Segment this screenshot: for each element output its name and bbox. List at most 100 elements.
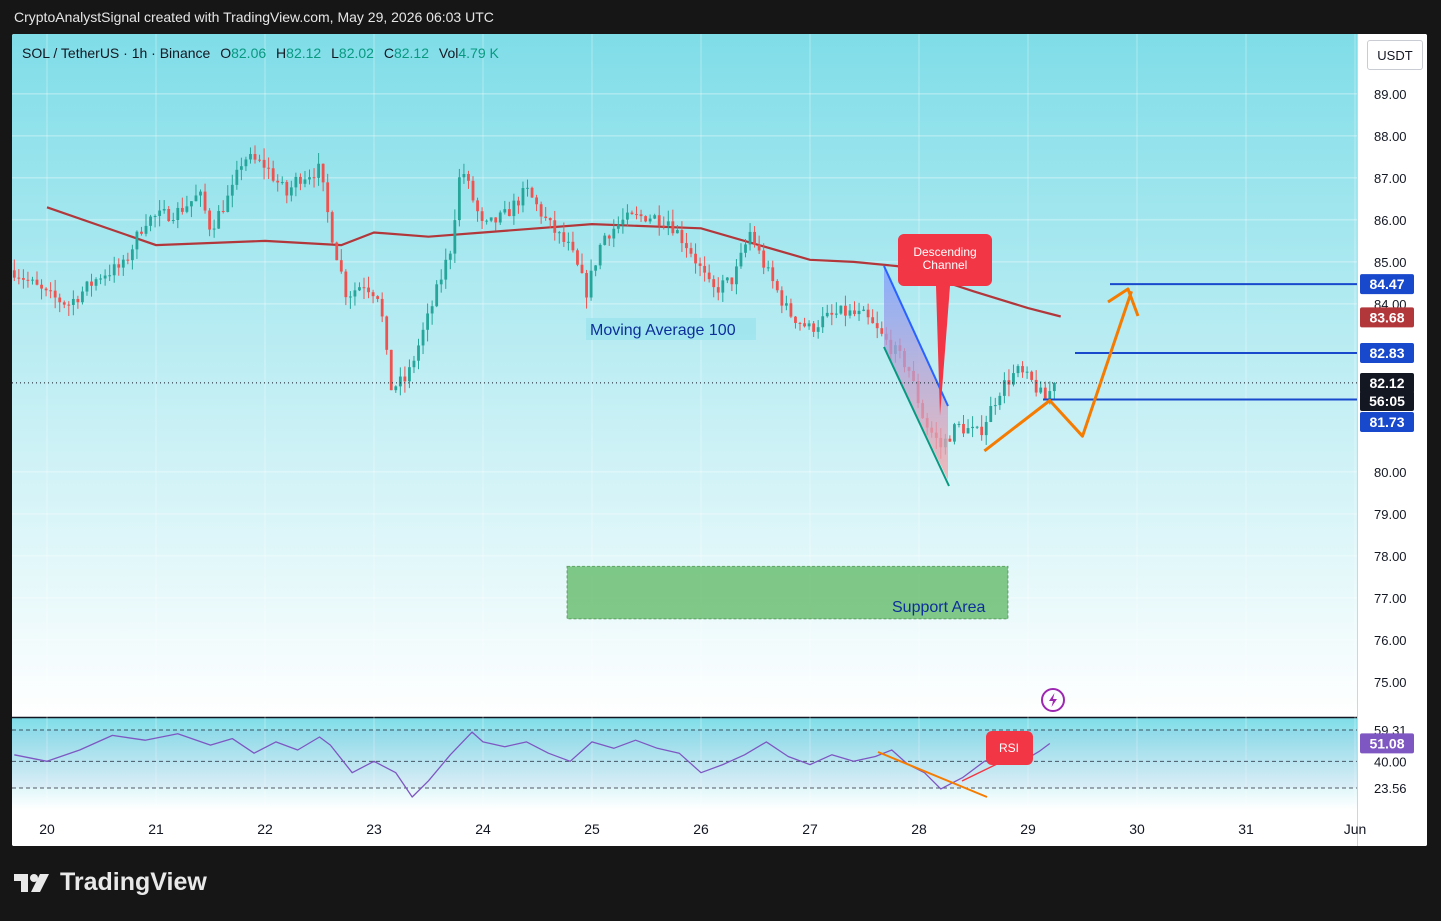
candle-body	[803, 323, 806, 327]
candle-body	[308, 177, 311, 180]
candle-body	[457, 177, 461, 221]
rsi-tick-40: 40.00	[1374, 754, 1407, 769]
candle-body	[467, 174, 470, 181]
candle-body	[562, 232, 566, 242]
candle-body	[839, 305, 843, 314]
candle-body	[639, 214, 643, 217]
badge-level-mid: 82.83	[1360, 343, 1414, 364]
candle-body	[162, 209, 166, 211]
candle-body	[730, 277, 734, 285]
price-tick-label: 77.00	[1374, 591, 1407, 606]
candle-body	[194, 195, 198, 202]
candle-body	[212, 228, 216, 230]
candle-body	[671, 221, 675, 234]
badge-level-high: 84.47	[1360, 274, 1414, 295]
candle-body	[348, 296, 352, 298]
price-tick-label: 88.00	[1374, 129, 1407, 144]
candle-body	[980, 426, 984, 436]
price-tick-label: 75.00	[1374, 675, 1407, 690]
price-tick-label: 86.00	[1374, 213, 1407, 228]
candle-body	[176, 207, 180, 220]
time-tick-label: 27	[802, 821, 818, 837]
candle-body	[1025, 371, 1029, 373]
rsi-band	[12, 730, 1357, 788]
candle-body	[694, 253, 697, 264]
candle-body	[239, 166, 243, 170]
high-value: 82.12	[286, 45, 322, 61]
candle-body	[821, 316, 825, 328]
candle-body	[621, 219, 625, 225]
candle-body	[35, 279, 39, 285]
candle-body	[1039, 387, 1043, 393]
candle-body	[280, 182, 284, 184]
candle-body	[476, 200, 479, 212]
time-tick-label: 26	[693, 821, 709, 837]
candle-body	[798, 322, 802, 324]
candle-body	[766, 267, 770, 269]
candle-body	[630, 212, 634, 215]
badge-countdown-text: 56:05	[1369, 393, 1405, 409]
symbol-name[interactable]: SOL / TetherUS · 1h · Binance	[22, 45, 210, 61]
tradingview-brand[interactable]: TradingView	[14, 868, 207, 897]
candle-body	[975, 426, 979, 428]
low-value: 82.02	[338, 45, 374, 61]
candle-body	[462, 174, 466, 178]
candle-body	[417, 345, 420, 361]
candle-body	[775, 281, 779, 291]
candle-body	[548, 217, 552, 221]
candle-body	[44, 288, 48, 291]
candle-body	[103, 275, 107, 279]
chart-svg[interactable]: Support Area Moving Average 100 Descendi…	[12, 34, 1427, 846]
candle-body	[421, 329, 425, 346]
badge-rsi-text: 51.08	[1369, 735, 1404, 751]
candle-up	[839, 305, 843, 315]
candle-body	[289, 187, 293, 196]
candle-body	[507, 209, 511, 217]
candle-body	[585, 273, 588, 298]
volume-value: 4.79 K	[458, 45, 499, 61]
badge-rsi-current: 51.08	[1360, 733, 1414, 754]
candle-body	[294, 176, 298, 188]
candle-body	[53, 290, 57, 298]
candle-body	[412, 360, 416, 368]
candle-body	[853, 310, 856, 315]
candle-body	[371, 292, 375, 297]
time-tick-label: 24	[475, 821, 491, 837]
candle-body	[121, 259, 125, 268]
candle-body	[612, 228, 616, 239]
candle-body	[857, 310, 861, 315]
candle-body	[71, 298, 75, 305]
candle-body	[299, 176, 302, 184]
candle-body	[753, 231, 756, 245]
badge-last-price-text: 82.12	[1369, 375, 1404, 391]
price-tick-label: 79.00	[1374, 507, 1407, 522]
symbol-legend[interactable]: SOL / TetherUS · 1h · Binance O82.06 H82…	[22, 45, 499, 61]
badge-level-high-text: 84.47	[1369, 276, 1404, 292]
candle-body	[1021, 366, 1024, 373]
candle-body	[262, 159, 266, 168]
candle-body	[848, 310, 852, 316]
rsi-pane	[12, 729, 1357, 798]
chart-frame[interactable]: Support Area Moving Average 100 Descendi…	[12, 34, 1427, 846]
candle-body	[703, 265, 707, 273]
candle-body	[321, 163, 325, 183]
candle-body	[258, 159, 261, 161]
candle-body	[812, 323, 816, 332]
candle-body	[830, 312, 834, 315]
rsi-callout: RSI	[986, 731, 1033, 765]
time-tick-label: 30	[1129, 821, 1145, 837]
time-tick-label: 23	[366, 821, 382, 837]
candle-body	[712, 279, 716, 288]
currency-button[interactable]: USDT	[1367, 40, 1423, 70]
candle-down	[576, 248, 579, 267]
badge-level-low: 81.73	[1360, 412, 1414, 432]
candle-body	[680, 230, 684, 244]
support-area: Support Area	[566, 565, 1009, 620]
rsi-callout-text: RSI	[999, 741, 1019, 755]
candle-body	[1030, 371, 1034, 380]
candle-body	[389, 349, 393, 391]
candle-body	[566, 241, 570, 243]
candle-body	[784, 303, 788, 306]
chart-caption: CryptoAnalystSignal created with Trading…	[14, 9, 494, 25]
candle-body	[844, 305, 847, 316]
